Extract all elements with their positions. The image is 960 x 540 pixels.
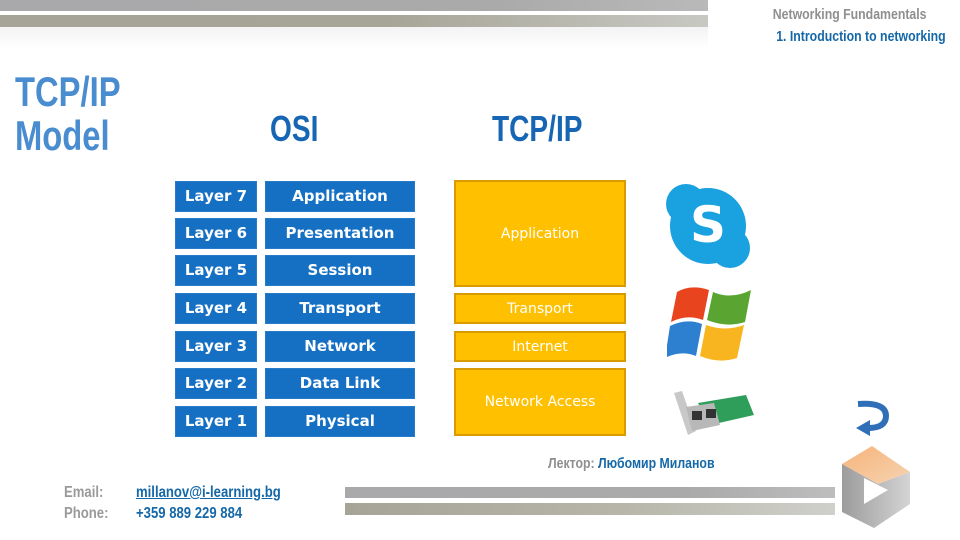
tcpip-layer-transport: Transport — [454, 293, 626, 324]
phone-number: +359 889 229 884 — [136, 505, 243, 522]
email-label: Email: — [64, 484, 104, 501]
bottom-decor-bar-upper — [345, 487, 835, 498]
osi-layer-number: Layer 3 — [175, 331, 257, 362]
lecturer-line: Лектор: Любомир Миланов — [548, 455, 715, 472]
brand-logo-icon — [838, 444, 914, 534]
slide-title-line1: TCP/IP — [15, 68, 121, 115]
network-card-icon — [668, 385, 758, 440]
osi-layer-row: Layer 5 Session — [175, 255, 415, 286]
slide-title-line2: Model — [15, 112, 110, 159]
curved-back-arrow-icon[interactable] — [852, 398, 892, 438]
osi-layer-name: Presentation — [265, 218, 415, 249]
osi-heading: OSI — [270, 108, 319, 149]
email-link[interactable]: millanov@i-learning.bg — [136, 484, 281, 502]
osi-layer-number: Layer 1 — [175, 406, 257, 437]
osi-layer-number: Layer 4 — [175, 293, 257, 324]
osi-layer-name: Transport — [265, 293, 415, 324]
top-decor-bar-lower — [0, 15, 708, 27]
tcpip-layer-application: Application — [454, 180, 626, 287]
osi-layer-number: Layer 2 — [175, 368, 257, 399]
slide-title: TCP/IP Model — [15, 70, 121, 158]
lecturer-name: Любомир Миланов — [598, 455, 715, 472]
tcpip-layer-network-access: Network Access — [454, 368, 626, 436]
osi-layer-name: Network — [265, 331, 415, 362]
osi-layer-row: Layer 4 Transport — [175, 293, 415, 324]
osi-layer-name: Physical — [265, 406, 415, 437]
osi-layer-name: Data Link — [265, 368, 415, 399]
osi-layer-number: Layer 6 — [175, 218, 257, 249]
osi-layer-row: Layer 2 Data Link — [175, 368, 415, 399]
phone-label: Phone: — [64, 505, 109, 522]
top-decor-bar-upper — [0, 0, 708, 11]
osi-layer-number: Layer 5 — [175, 255, 257, 286]
lecturer-label: Лектор: — [548, 455, 595, 472]
tcpip-layer-internet: Internet — [454, 331, 626, 362]
course-title: Networking Fundamentals — [773, 6, 927, 23]
osi-layer-row: Layer 3 Network — [175, 331, 415, 362]
tcpip-heading: TCP/IP — [492, 108, 583, 149]
osi-layer-number: Layer 7 — [175, 181, 257, 212]
osi-layer-row: Layer 6 Presentation — [175, 218, 415, 249]
windows-logo-icon — [665, 282, 757, 366]
svg-text:S: S — [690, 196, 726, 254]
skype-logo-icon: S — [664, 182, 754, 272]
lecture-title: 1. Introduction to networking — [776, 28, 946, 45]
osi-layer-row: Layer 7 Application — [175, 181, 415, 212]
top-decor-shadow — [0, 27, 708, 49]
osi-layer-row: Layer 1 Physical — [175, 406, 415, 437]
bottom-decor-bar-lower — [345, 503, 835, 515]
osi-layer-name: Application — [265, 181, 415, 212]
osi-layer-name: Session — [265, 255, 415, 286]
